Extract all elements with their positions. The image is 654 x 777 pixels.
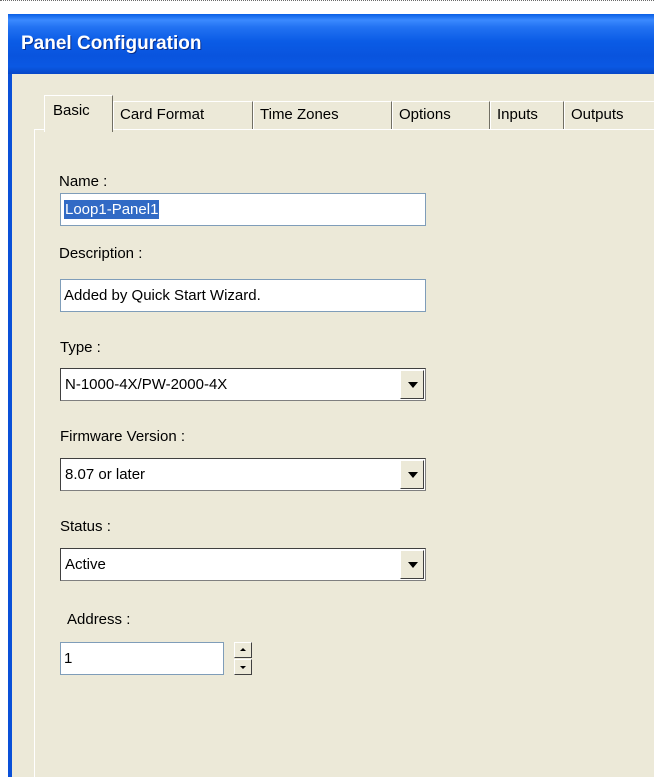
tab-basic[interactable]: Basic [44, 95, 113, 132]
tab-outputs[interactable]: Outputs [564, 101, 654, 130]
tab-card-format-label: Card Format [120, 106, 205, 123]
tab-card-format[interactable]: Card Format [113, 101, 253, 130]
tab-panel [34, 129, 654, 777]
tab-basic-label: Basic [53, 102, 90, 119]
tab-inputs-label: Inputs [497, 106, 538, 123]
tab-inputs[interactable]: Inputs [490, 101, 564, 130]
tab-outputs-label: Outputs [571, 106, 624, 123]
title-bar[interactable]: Panel Configuration [8, 14, 654, 74]
desktop-edge [0, 0, 654, 14]
tab-options-label: Options [399, 106, 451, 123]
tab-options[interactable]: Options [392, 101, 490, 130]
window-title: Panel Configuration [21, 33, 202, 54]
dialog-client-area: Basic Card Format Time Zones Options Inp… [12, 74, 654, 777]
panel-configuration-window: Panel Configuration Basic Card Format Ti… [8, 14, 654, 777]
tab-time-zones-label: Time Zones [260, 106, 339, 123]
tab-time-zones[interactable]: Time Zones [253, 101, 392, 130]
